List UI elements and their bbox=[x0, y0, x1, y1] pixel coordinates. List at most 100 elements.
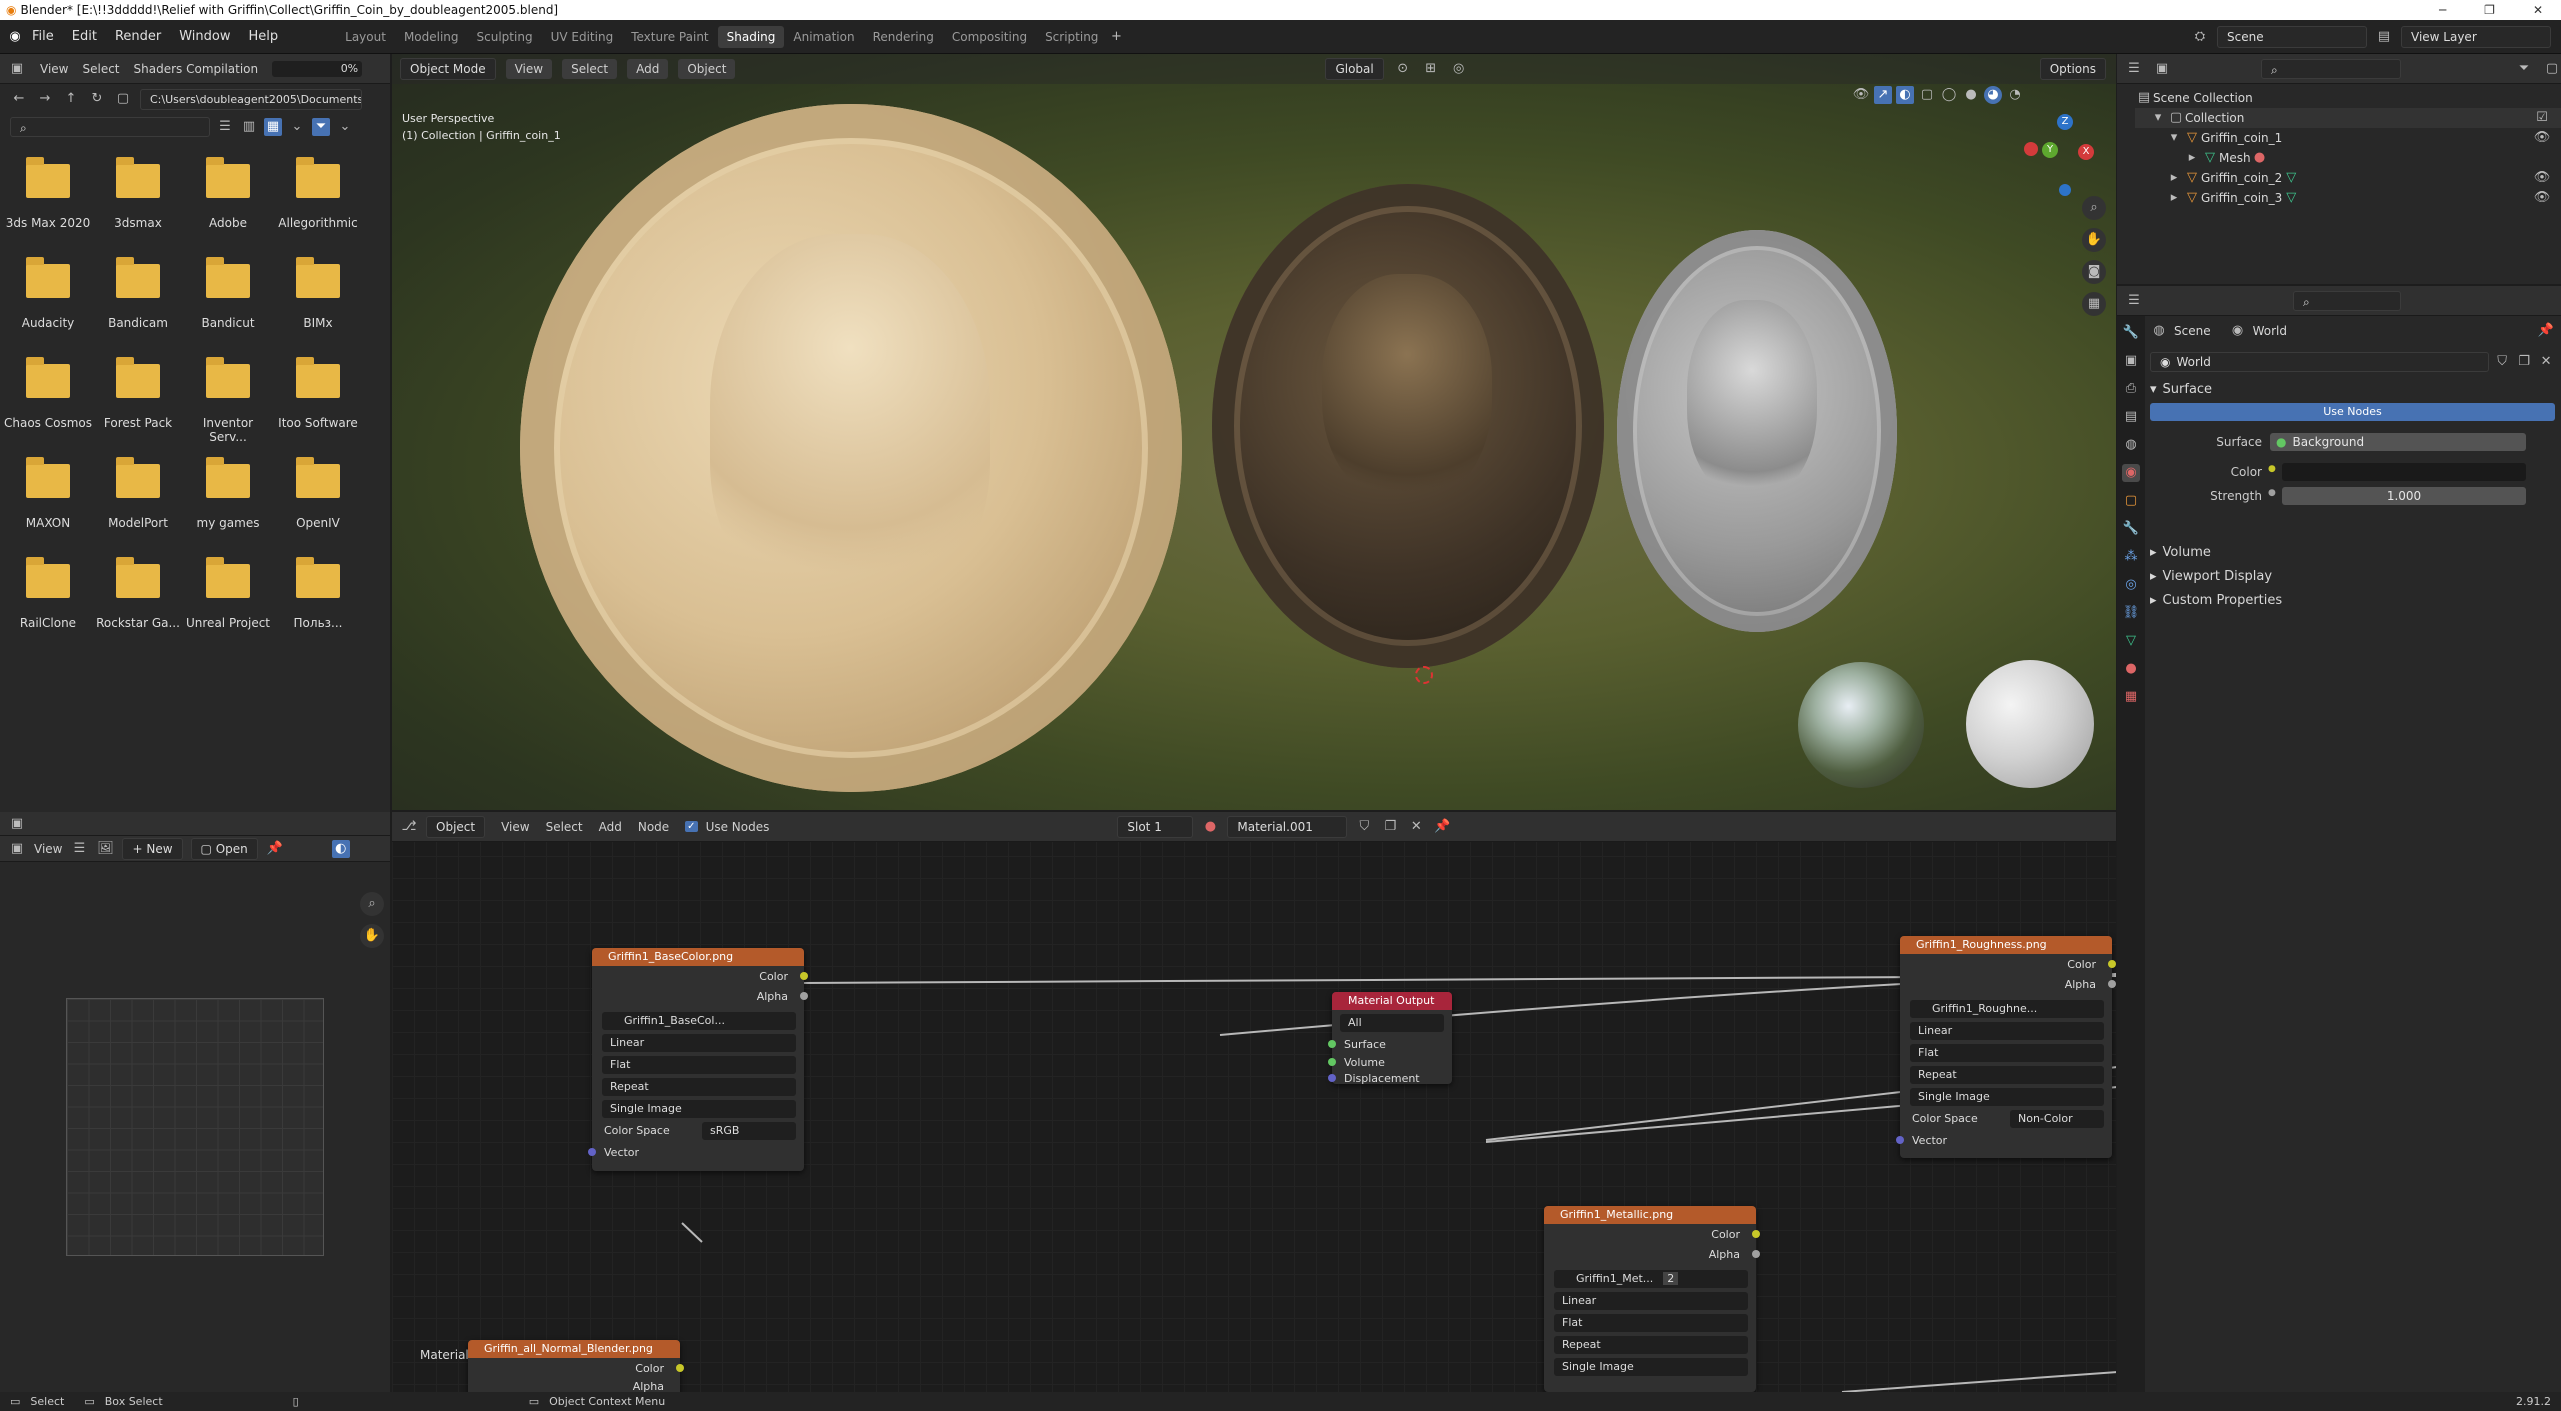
options-button[interactable]: Options bbox=[2039, 58, 2106, 80]
material-shading-icon[interactable]: ◕ bbox=[1984, 86, 2002, 104]
unlink-icon[interactable]: ✕ bbox=[2537, 353, 2555, 371]
outliner-griffin-coin-1[interactable]: ▾ ▽ Griffin_coin_1 👁 bbox=[2135, 128, 2561, 148]
vector-input-socket[interactable] bbox=[588, 1148, 596, 1156]
outliner-mesh[interactable]: ▸ ▽ Mesh ● bbox=[2135, 148, 2561, 168]
physics-tab-icon[interactable]: ◎ bbox=[2122, 576, 2140, 594]
world-tab-icon[interactable]: ◉ bbox=[2122, 464, 2140, 482]
image-datablock[interactable]: Griffin1_Met... 2 bbox=[1554, 1270, 1748, 1288]
refresh-icon[interactable]: ↻ bbox=[88, 90, 106, 108]
interpolation-select[interactable]: Linear bbox=[602, 1034, 796, 1052]
folder-item[interactable]: Allegorithmic bbox=[274, 157, 362, 230]
parent-dir-icon[interactable]: ↑ bbox=[62, 90, 80, 108]
extension-select[interactable]: Repeat bbox=[602, 1078, 796, 1096]
folder-item[interactable]: Chaos Cosmos bbox=[4, 357, 92, 430]
volume-input-socket[interactable] bbox=[1328, 1058, 1336, 1066]
new-folder-icon[interactable]: ▢ bbox=[114, 90, 132, 108]
modifier-tab-icon[interactable]: 🔧 bbox=[2122, 520, 2140, 538]
source-select[interactable]: Single Image bbox=[1554, 1358, 1748, 1376]
overlay-icon[interactable]: ◐ bbox=[1896, 86, 1914, 104]
displacement-input-socket[interactable] bbox=[1328, 1074, 1336, 1082]
pan-hand-icon[interactable]: ✋ bbox=[360, 924, 384, 948]
shader-type-selector[interactable]: Object bbox=[426, 815, 486, 838]
node-editor-type-icon[interactable]: ⎇ bbox=[400, 818, 418, 836]
node-editor-canvas[interactable]: Griffin1_BaseColor.png Color Alpha Griff… bbox=[392, 812, 2116, 1392]
folder-item[interactable]: Inventor Serv... bbox=[184, 357, 272, 444]
output-color-socket[interactable] bbox=[676, 1364, 684, 1372]
mode-selector[interactable]: Object Mode bbox=[400, 58, 496, 80]
fake-user-icon[interactable]: ⛉ bbox=[1355, 818, 1373, 836]
maximize-icon[interactable]: ❐ bbox=[2484, 3, 2495, 17]
surface-shader-selector[interactable]: ● Background bbox=[2270, 433, 2526, 451]
transform-orientation[interactable]: Global bbox=[1325, 58, 1384, 80]
gizmo-y-axis[interactable]: Y bbox=[2042, 142, 2058, 158]
folder-item[interactable]: 3ds Max 2020 bbox=[4, 157, 92, 230]
proportional-edit-icon[interactable]: ◎ bbox=[1450, 60, 1468, 78]
file-search-input[interactable]: ⌕ bbox=[10, 117, 210, 137]
editor-type-icon[interactable]: ▣ bbox=[8, 60, 26, 78]
workspace-tab-modeling[interactable]: Modeling bbox=[395, 26, 468, 48]
node-metallic[interactable]: Griffin1_Metallic.png Color Alpha Griffi… bbox=[1544, 1206, 1760, 1392]
workspace-tab-rendering[interactable]: Rendering bbox=[864, 26, 943, 48]
view-layer-icon[interactable]: ▤ bbox=[2375, 28, 2393, 46]
gizmo-x-negative[interactable] bbox=[2024, 142, 2038, 156]
node-material-output[interactable]: Material Output All Surface Volume Displ… bbox=[1328, 992, 1452, 1085]
output-target-select[interactable]: All bbox=[1340, 1014, 1444, 1032]
minimize-icon[interactable]: ─ bbox=[2439, 3, 2446, 17]
output-alpha-socket[interactable] bbox=[800, 992, 808, 1000]
visibility-icon[interactable]: 👁 bbox=[1852, 86, 1870, 104]
object-tab-icon[interactable]: ▢ bbox=[2122, 492, 2140, 510]
list-view-icon[interactable]: ☰ bbox=[216, 118, 234, 136]
ne-menu-node[interactable]: Node bbox=[638, 820, 669, 834]
folder-item[interactable]: Adobe bbox=[184, 157, 272, 230]
ne-menu-add[interactable]: Add bbox=[599, 820, 622, 834]
render-tab-icon[interactable]: ▣ bbox=[2122, 352, 2140, 370]
folder-item[interactable]: Audacity bbox=[4, 257, 92, 330]
display-mode-icon[interactable]: ▣ bbox=[2153, 60, 2171, 78]
back-icon[interactable]: ← bbox=[10, 90, 28, 108]
color-space-select[interactable]: Non-Color bbox=[2010, 1110, 2104, 1128]
node-roughness[interactable]: Griffin1_Roughness.png Color Alpha Griff… bbox=[1896, 936, 2116, 1158]
extension-select[interactable]: Repeat bbox=[1910, 1066, 2104, 1084]
scene-selector[interactable]: Scene bbox=[2217, 25, 2367, 48]
eye-icon[interactable]: 👁 bbox=[2533, 169, 2551, 187]
zoom-icon[interactable]: ⌕ bbox=[2082, 196, 2106, 220]
image-datablock[interactable]: Griffin1_Roughne... bbox=[1910, 1000, 2104, 1018]
gizmo-icon[interactable]: ◐ bbox=[331, 839, 350, 858]
expand-icon[interactable]: ▾ bbox=[2165, 129, 2183, 147]
constraints-tab-icon[interactable]: ⛓ bbox=[2122, 604, 2140, 622]
outliner-editor-icon[interactable]: ☰ bbox=[2125, 60, 2143, 78]
output-tab-icon[interactable]: ⎙ bbox=[2122, 380, 2140, 398]
zoom-icon[interactable]: ⌕ bbox=[360, 892, 384, 916]
eye-icon[interactable]: 👁 bbox=[2533, 129, 2551, 147]
vp-menu-object[interactable]: Object bbox=[678, 59, 736, 79]
workspace-tab-texture-paint[interactable]: Texture Paint bbox=[622, 26, 717, 48]
detail-view-icon[interactable]: ▥ bbox=[240, 118, 258, 136]
add-workspace-icon[interactable]: + bbox=[1107, 28, 1125, 46]
node-roughness-header[interactable]: Griffin1_Roughness.png bbox=[1900, 936, 2112, 954]
slot-selector[interactable]: Slot 1 bbox=[1117, 815, 1194, 838]
surface-panel-header[interactable]: ▾ Surface bbox=[2150, 382, 2555, 397]
projection-select[interactable]: Flat bbox=[1554, 1314, 1748, 1332]
outliner-scene-collection[interactable]: ▤ Scene Collection bbox=[2135, 88, 2561, 108]
pin-icon[interactable]: 📌 bbox=[1433, 818, 1451, 836]
pin-icon[interactable]: 📌 bbox=[2537, 322, 2555, 340]
uv-grid[interactable] bbox=[66, 998, 324, 1256]
node-metallic-header[interactable]: Griffin1_Metallic.png bbox=[1544, 1206, 1756, 1224]
snap-icon[interactable]: ⊞ bbox=[1422, 60, 1440, 78]
workspace-tab-sculpting[interactable]: Sculpting bbox=[468, 26, 542, 48]
source-select[interactable]: Single Image bbox=[602, 1100, 796, 1118]
source-select[interactable]: Single Image bbox=[1910, 1088, 2104, 1106]
vector-input-socket[interactable] bbox=[1896, 1136, 1904, 1144]
xray-icon[interactable]: ▢ bbox=[1918, 86, 1936, 104]
folder-item[interactable]: 3dsmax bbox=[94, 157, 182, 230]
output-color-socket[interactable] bbox=[800, 972, 808, 980]
outliner-search-input[interactable]: ⌕ bbox=[2261, 58, 2401, 79]
filter-icon[interactable]: ⏷ bbox=[312, 118, 330, 136]
outliner-griffin-coin-3[interactable]: ▸ ▽ Griffin_coin_3 ▽ 👁 bbox=[2135, 188, 2561, 208]
interpolation-select[interactable]: Linear bbox=[1910, 1022, 2104, 1040]
folder-item[interactable]: Itoo Software bbox=[274, 357, 362, 430]
rendered-shading-icon[interactable]: ◔ bbox=[2006, 86, 2024, 104]
coin-3-render[interactable] bbox=[1617, 230, 1897, 632]
folder-item[interactable]: Unreal Project bbox=[184, 557, 272, 630]
menu-edit[interactable]: Edit bbox=[72, 29, 97, 44]
